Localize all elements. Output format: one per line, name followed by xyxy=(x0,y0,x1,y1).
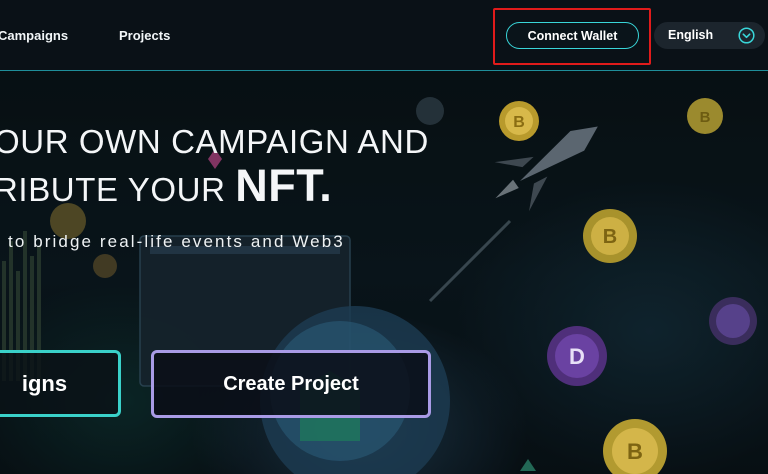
language-selected-label: English xyxy=(668,28,714,42)
svg-text:B: B xyxy=(603,226,617,248)
hero-headline-line2: RIBUTE YOUR NFT. xyxy=(0,163,429,212)
hero-headline-nft: NFT. xyxy=(235,160,333,211)
coin-illustration-6 xyxy=(709,297,757,345)
top-navbar: Campaigns Projects Connect Wallet Englis… xyxy=(0,0,768,71)
hero-headline: OUR OWN CAMPAIGN AND RIBUTE YOUR NFT. xyxy=(0,120,429,212)
create-project-button[interactable]: Create Project xyxy=(151,350,431,418)
rocket-illustration xyxy=(494,126,598,212)
coin-illustration-2: B xyxy=(583,209,637,263)
create-project-label: Create Project xyxy=(223,372,359,395)
chevron-down-icon xyxy=(738,27,755,44)
connect-wallet-button[interactable]: Connect Wallet xyxy=(506,22,639,49)
coin-illustration-1: B xyxy=(499,101,539,141)
coin-illustration-4: D xyxy=(547,326,607,386)
explore-campaigns-label: igns xyxy=(21,370,68,396)
svg-text:B: B xyxy=(513,114,525,131)
svg-text:D: D xyxy=(569,344,585,369)
coin-illustration-3: B xyxy=(687,98,723,134)
coin-illustration-5: B xyxy=(603,419,667,474)
hero-subline: to bridge real-life events and Web3 xyxy=(8,232,345,251)
nav-link-projects[interactable]: Projects xyxy=(119,28,170,43)
svg-text:B: B xyxy=(627,439,643,464)
language-select[interactable]: English xyxy=(654,22,765,49)
hero-headline-line1: OUR OWN CAMPAIGN AND xyxy=(0,123,429,160)
svg-text:B: B xyxy=(700,109,711,126)
connect-wallet-label: Connect Wallet xyxy=(527,28,618,43)
nav-link-campaigns[interactable]: Campaigns xyxy=(0,28,68,43)
explore-campaigns-button[interactable]: igns xyxy=(0,350,121,417)
hero-headline-line2-text: RIBUTE YOUR xyxy=(0,171,236,208)
